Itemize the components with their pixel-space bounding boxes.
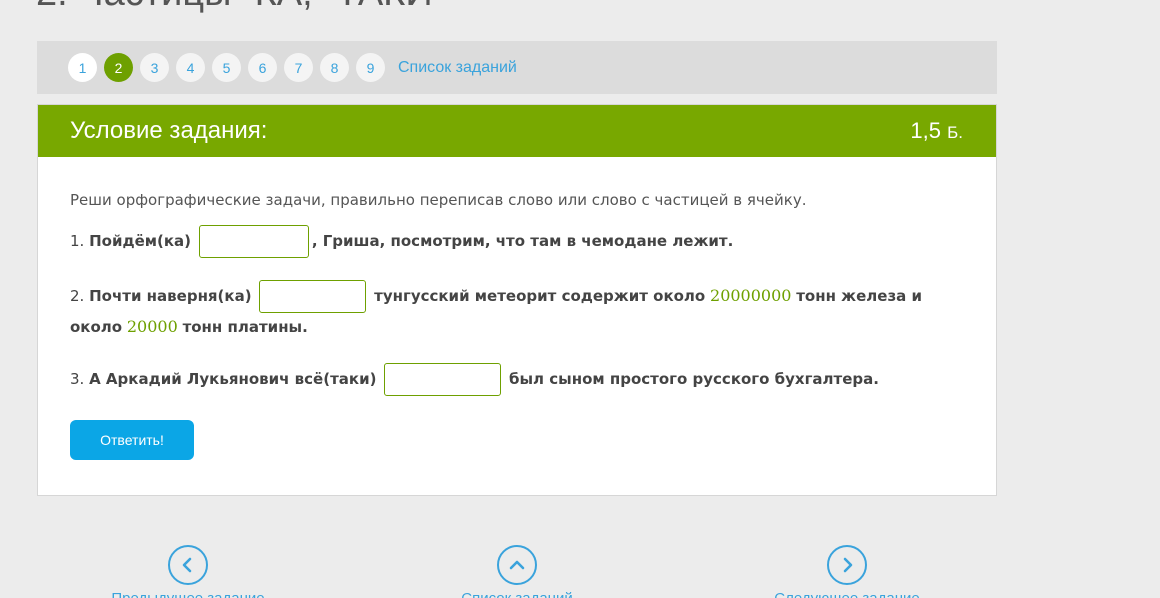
task-pager: 1 2 3 4 5 6 7 8 9 Список заданий	[37, 41, 997, 94]
question-1-number: 1.	[70, 232, 85, 250]
question-3-input[interactable]	[384, 363, 502, 396]
task-instruction: Реши орфографические задачи, правильно п…	[70, 191, 807, 209]
task-score: 1,5 Б.	[910, 118, 963, 144]
task-title: Условие задания:	[70, 117, 268, 144]
question-2-number-2: 20000	[126, 317, 178, 336]
next-task-nav[interactable]: Следующее задание	[762, 545, 932, 598]
prev-task-nav[interactable]: Предыдущее задание	[102, 545, 274, 598]
task-list-nav-label[interactable]: Список заданий	[448, 590, 586, 598]
page-heading: 2. Частицы -КА, -ТАКИ	[36, 0, 433, 15]
next-task-label[interactable]: Следующее задание	[762, 590, 932, 598]
question-1-after: , Гриша, посмотрим, что там в чемодане л…	[311, 232, 734, 250]
submit-answer-button[interactable]: Ответить!	[70, 420, 194, 460]
chevron-up-icon[interactable]	[497, 545, 537, 585]
page-button-5[interactable]: 5	[212, 53, 241, 82]
question-2-before: Почти наверня(ка)	[89, 287, 252, 305]
question-1-before: Пойдём(ка)	[89, 232, 192, 250]
question-2-number-1: 20000000	[710, 286, 792, 305]
question-3-before: А Аркадий Лукьянович всё(таки)	[89, 370, 377, 388]
question-2-text-3: тонн платины.	[182, 318, 308, 336]
question-2-number: 2.	[70, 287, 85, 305]
prev-task-label[interactable]: Предыдущее задание	[102, 590, 274, 598]
question-1-input[interactable]	[198, 225, 309, 258]
chevron-left-icon[interactable]	[168, 545, 208, 585]
page-button-8[interactable]: 8	[320, 53, 349, 82]
page-button-2[interactable]: 2	[104, 53, 133, 82]
page-button-9[interactable]: 9	[356, 53, 385, 82]
task-list-nav[interactable]: Список заданий	[448, 545, 586, 598]
question-2-input[interactable]	[259, 280, 367, 313]
page-button-1[interactable]: 1	[68, 53, 97, 82]
page-button-7[interactable]: 7	[284, 53, 313, 82]
chevron-right-icon[interactable]	[827, 545, 867, 585]
page-button-6[interactable]: 6	[248, 53, 277, 82]
task-header: Условие задания: 1,5 Б.	[38, 105, 996, 157]
question-3-number: 3.	[70, 370, 85, 388]
question-2: 2. Почти наверня(ка) тунгусский метеорит…	[70, 280, 964, 341]
page-button-4[interactable]: 4	[176, 53, 205, 82]
question-3: 3. А Аркадий Лукьянович всё(таки) был сы…	[70, 363, 964, 396]
task-list-link[interactable]: Список заданий	[398, 59, 517, 77]
question-2-text-1: тунгусский метеорит содержит около	[374, 287, 706, 305]
question-3-after: был сыном простого русского бухгалтера.	[509, 370, 879, 388]
page-button-3[interactable]: 3	[140, 53, 169, 82]
task-card: Условие задания: 1,5 Б. Реши орфографиче…	[37, 104, 997, 496]
task-body: Реши орфографические задачи, правильно п…	[38, 191, 996, 460]
question-1: 1. Пойдём(ка) , Гриша, посмотрим, что та…	[70, 225, 964, 258]
score-unit: Б.	[947, 123, 963, 142]
score-value: 1,5	[910, 118, 941, 143]
